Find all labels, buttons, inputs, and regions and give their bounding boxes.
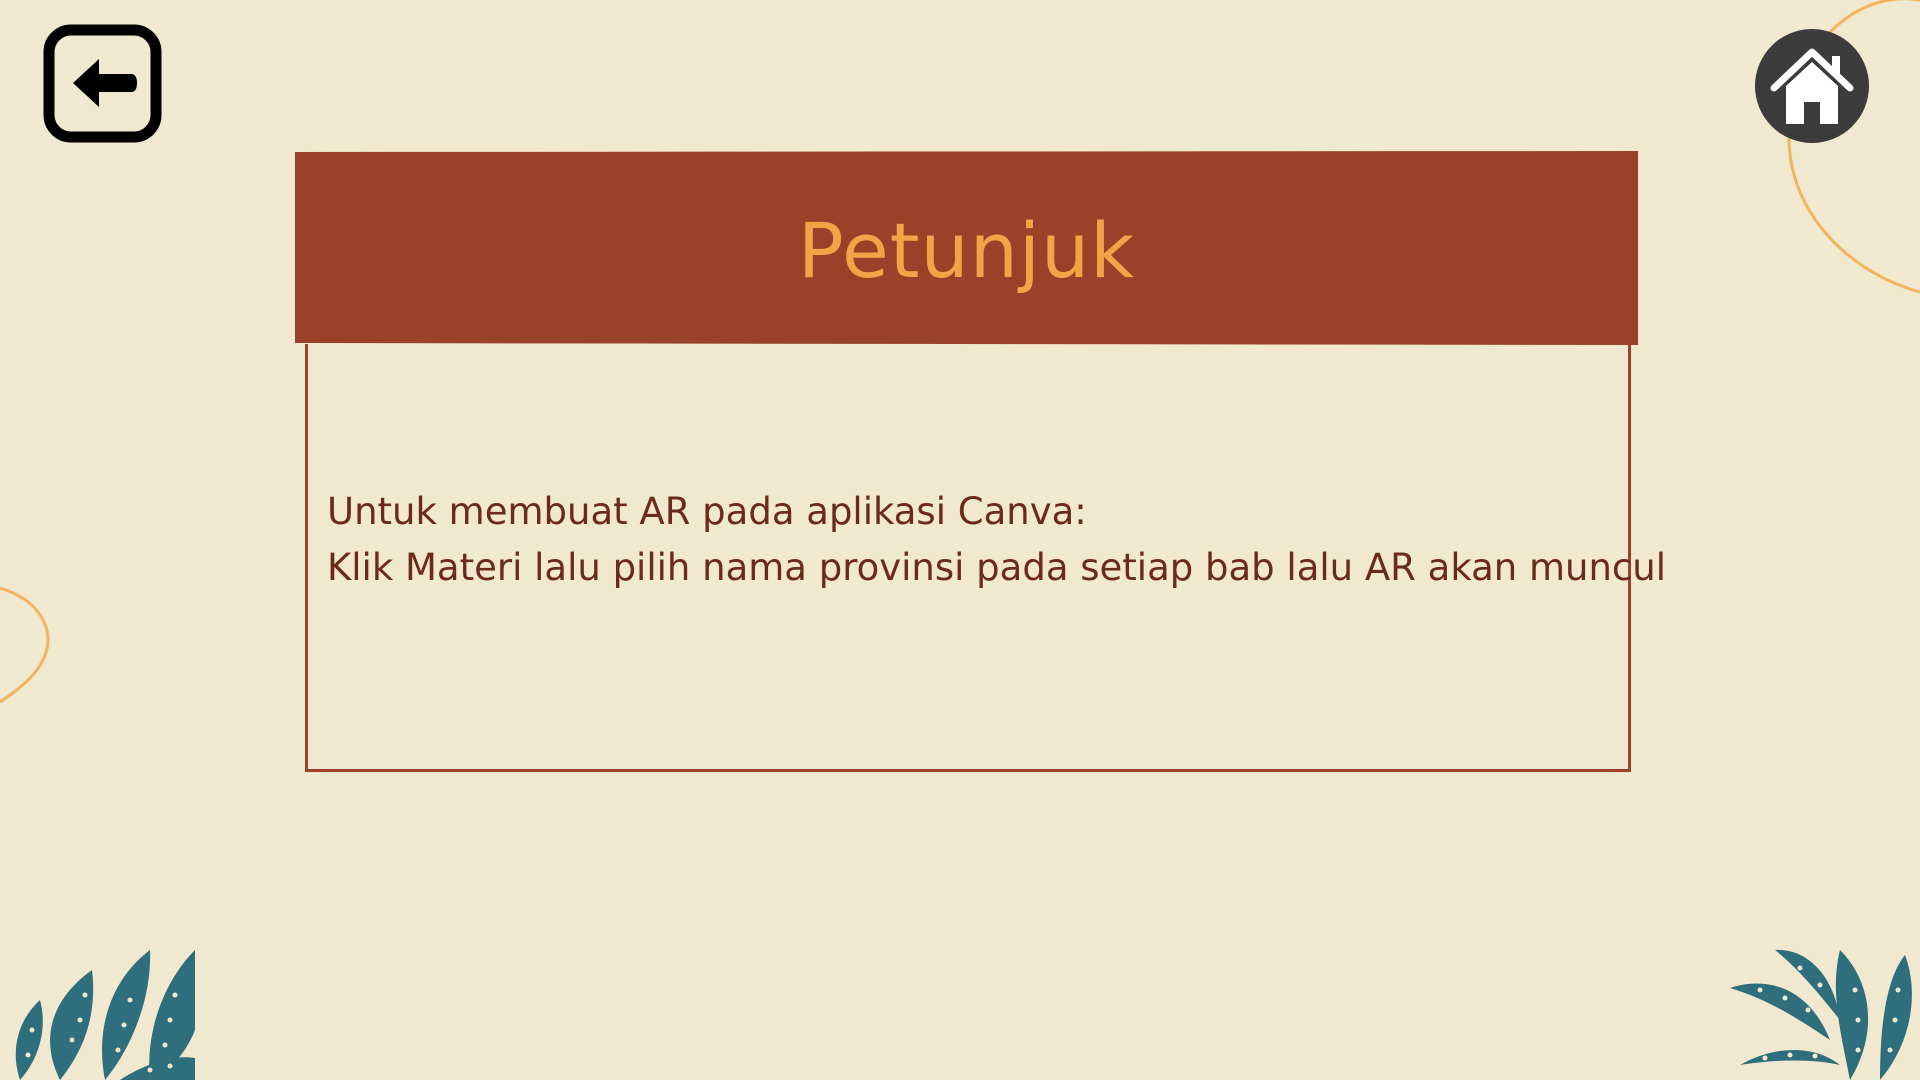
instruction-text: Untuk membuat AR pada aplikasi Canva: Kl… [327,484,1666,596]
decorative-leaf [1730,949,1912,1080]
home-icon [1755,29,1869,143]
instruction-line: Klik Materi lalu pilih nama provinsi pad… [327,546,1666,589]
back-button[interactable] [43,24,162,143]
panel-title: Petunjuk [797,205,1136,295]
home-button[interactable] [1752,26,1872,146]
arrow-left-icon [43,24,162,143]
decorative-curve [0,586,50,704]
instruction-line: Untuk membuat AR pada aplikasi Canva: [327,490,1087,533]
decorative-leaf [15,950,195,1080]
panel-header: Petunjuk [295,151,1638,345]
